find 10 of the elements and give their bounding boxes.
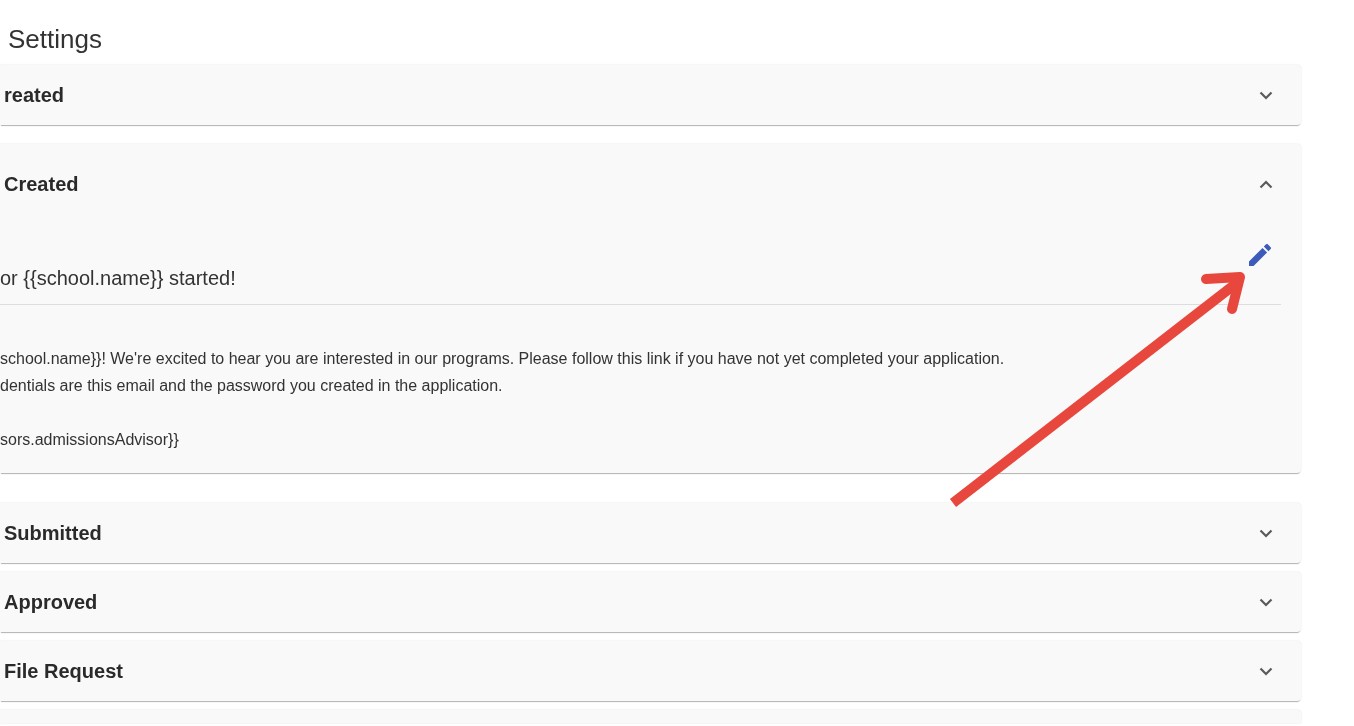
accordion-header[interactable]: File Request	[0, 641, 1301, 701]
accordion-header[interactable]: reated	[0, 65, 1301, 125]
email-body-text: school.name}}! We're excited to hear you are interested in our programs. Please follow this link if you have not yet completed your application. dentials are this email and the password you created in the application.	[0, 349, 1005, 396]
pencil-icon	[1249, 244, 1271, 266]
accordion-header[interactable]: Created	[0, 144, 1301, 224]
accordion-header[interactable]: Submitted	[0, 503, 1301, 563]
page-title: Settings	[8, 24, 102, 54]
accordion-header[interactable]: Approved	[0, 572, 1301, 632]
email-body-text: sors.admissionsAdvisor}}	[0, 430, 179, 450]
email-subject: or {{school.name}} started!	[0, 266, 236, 290]
